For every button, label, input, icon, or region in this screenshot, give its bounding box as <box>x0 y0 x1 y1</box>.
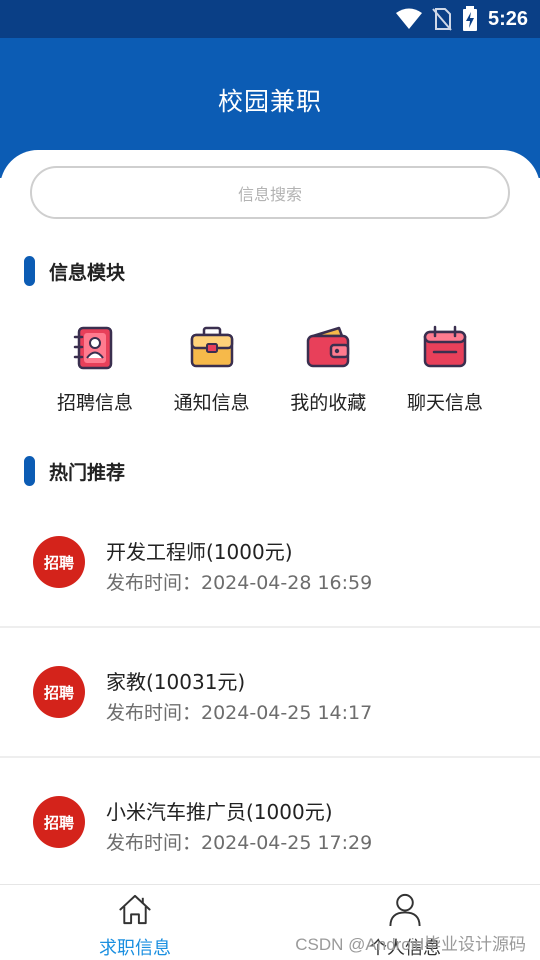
wallet-icon <box>307 326 350 368</box>
hot-list: 招聘 开发工程师(1000元) 发布时间：2024-04-28 16:59 招聘… <box>0 498 540 888</box>
module-label: 通知信息 <box>173 392 250 414</box>
search-placeholder: 信息搜索 <box>237 184 302 204</box>
item-title: 家教(10031元) <box>106 670 246 694</box>
item-publish-time: 发布时间：2024-04-28 16:59 <box>106 572 373 594</box>
module-my-favorites[interactable]: 我的收藏 <box>270 322 386 415</box>
status-bar: 5:26 <box>0 0 540 38</box>
section-accent-bar <box>24 256 35 286</box>
module-notice-info[interactable]: 通知信息 <box>154 322 270 415</box>
status-time: 5:26 <box>487 7 528 30</box>
calendar-icon <box>423 325 467 368</box>
hot-section-header: 热门推荐 <box>24 456 125 486</box>
person-icon <box>389 893 421 927</box>
search-input[interactable]: 信息搜索 <box>30 166 510 219</box>
item-publish-time: 发布时间：2024-04-25 17:29 <box>106 832 373 854</box>
module-label: 我的收藏 <box>290 392 367 414</box>
item-title: 小米汽车推广员(1000元) <box>106 800 333 824</box>
recruit-book-icon <box>73 326 113 370</box>
list-item[interactable]: 招聘 开发工程师(1000元) 发布时间：2024-04-28 16:59 <box>0 498 540 628</box>
tab-job-info[interactable]: 求职信息 <box>0 885 270 960</box>
recruit-badge: 招聘 <box>33 796 85 848</box>
modules-section-header: 信息模块 <box>24 256 125 286</box>
module-recruit-info[interactable]: 招聘信息 <box>37 322 153 415</box>
hot-section-title: 热门推荐 <box>49 461 126 484</box>
tab-label: 求职信息 <box>99 938 171 959</box>
list-item[interactable]: 招聘 小米汽车推广员(1000元) 发布时间：2024-04-25 17:29 <box>0 758 540 888</box>
watermark: CSDN @Android毕业设计源码 <box>295 935 526 954</box>
module-label: 招聘信息 <box>56 392 133 414</box>
home-icon <box>119 894 151 925</box>
item-publish-time: 发布时间：2024-04-25 14:17 <box>106 702 373 724</box>
item-title: 开发工程师(1000元) <box>106 540 293 564</box>
module-grid: 招聘信息 通知信息 我的收藏 聊天信息 <box>37 322 503 415</box>
briefcase-icon <box>190 326 233 368</box>
no-sim-icon <box>432 8 452 31</box>
status-icons: 5:26 <box>395 6 528 32</box>
wifi-icon <box>395 8 422 29</box>
module-chat-info[interactable]: 聊天信息 <box>387 322 503 415</box>
section-accent-bar <box>24 456 35 486</box>
module-label: 聊天信息 <box>406 392 483 414</box>
list-item[interactable]: 招聘 家教(10031元) 发布时间：2024-04-25 14:17 <box>0 628 540 758</box>
recruit-badge: 招聘 <box>33 666 85 718</box>
battery-charging-icon <box>462 6 477 31</box>
modules-section-title: 信息模块 <box>49 261 126 284</box>
recruit-badge: 招聘 <box>33 536 85 588</box>
page-title: 校园兼职 <box>217 87 322 116</box>
